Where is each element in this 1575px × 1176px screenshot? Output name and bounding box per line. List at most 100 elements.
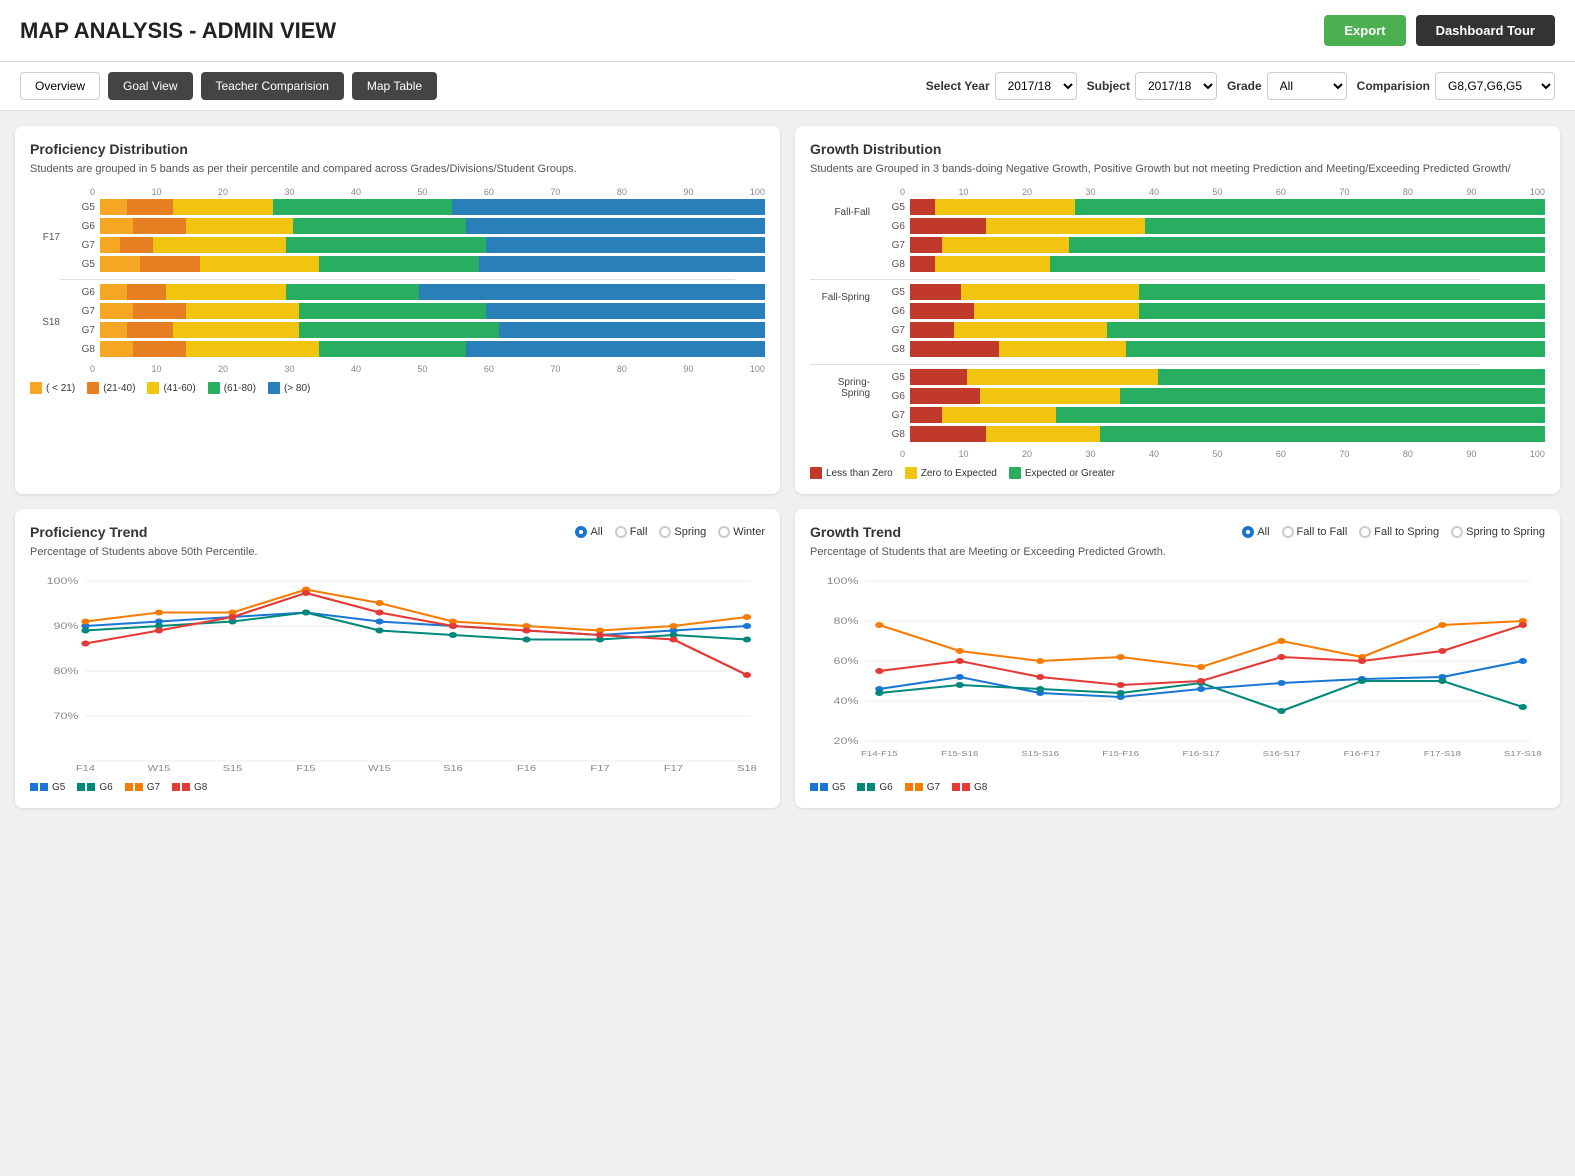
- legend-color-6180: [208, 382, 220, 394]
- radio-all[interactable]: All: [575, 526, 602, 538]
- table-row: G5: [875, 369, 1545, 385]
- subject-dropdown[interactable]: 2017/18: [1135, 72, 1217, 100]
- radio-dot-gt-all: [1242, 526, 1254, 538]
- growth-trend-radio-group: All Fall to Fall Fall to Spring Spring t…: [1242, 526, 1545, 538]
- legend-color-zero-expected: [905, 467, 917, 479]
- legend-item-g8: G8: [172, 782, 207, 793]
- fall-spring-label: Fall-Spring: [810, 284, 870, 303]
- tab-goalview[interactable]: Goal View: [108, 72, 192, 100]
- table-row: G5: [65, 199, 765, 215]
- radio-dot-all: [575, 526, 587, 538]
- svg-text:S16-S17: S16-S17: [1263, 749, 1301, 757]
- legend-item: ( < 21): [30, 382, 75, 394]
- legend-item-g7: G7: [125, 782, 160, 793]
- table-row: G8: [875, 341, 1545, 357]
- table-row: G7: [65, 322, 765, 338]
- tab-maptable[interactable]: Map Table: [352, 72, 437, 100]
- svg-text:W15: W15: [368, 764, 391, 773]
- legend-label-lt21: ( < 21): [46, 383, 75, 394]
- page-title: MAP ANALYSIS - ADMIN VIEW: [20, 18, 336, 44]
- svg-text:F17: F17: [590, 764, 609, 773]
- legend-color-2140: [87, 382, 99, 394]
- legend-item: (21-40): [87, 382, 135, 394]
- svg-text:S17-S18: S17-S18: [1504, 749, 1542, 757]
- svg-text:40%: 40%: [834, 696, 859, 706]
- radio-dot-fall-to-fall: [1282, 526, 1294, 538]
- select-year-dropdown[interactable]: 2017/18: [995, 72, 1077, 100]
- growth-distribution-card: Growth Distribution Students are Grouped…: [795, 126, 1560, 494]
- growth-dist-title: Growth Distribution: [810, 141, 1545, 157]
- proficiency-trend-radio-group: All Fall Spring Winter: [575, 526, 765, 538]
- legend-color-gt80: [268, 382, 280, 394]
- svg-text:S15-S16: S15-S16: [1021, 749, 1059, 757]
- table-row: G8: [875, 256, 1545, 272]
- table-row: G8: [875, 426, 1545, 442]
- svg-text:90%: 90%: [54, 621, 79, 631]
- legend-item-g5: G5: [30, 782, 65, 793]
- table-row: G7: [65, 303, 765, 319]
- svg-text:F17: F17: [664, 764, 683, 773]
- radio-winter[interactable]: Winter: [718, 526, 765, 538]
- comparision-dropdown[interactable]: G8,G7,G6,G5: [1435, 72, 1555, 100]
- growth-trend-subtitle: Percentage of Students that are Meeting …: [810, 545, 1545, 560]
- header-buttons: Export Dashboard Tour: [1324, 15, 1555, 46]
- legend-label-gt80: (> 80): [284, 383, 310, 394]
- svg-text:S15: S15: [223, 764, 243, 773]
- proficiency-trend-subtitle: Percentage of Students above 50th Percen…: [30, 545, 765, 560]
- table-row: G7: [875, 237, 1545, 253]
- grade-dropdown[interactable]: All: [1267, 72, 1347, 100]
- table-row: G6: [875, 303, 1545, 319]
- subject-label: Subject: [1087, 79, 1130, 93]
- tab-overview[interactable]: Overview: [20, 72, 100, 100]
- legend-color-4160: [147, 382, 159, 394]
- svg-text:F15: F15: [296, 764, 315, 773]
- spring-spring-label: Spring-Spring: [810, 369, 870, 399]
- legend-item: (61-80): [208, 382, 256, 394]
- svg-text:70%: 70%: [54, 711, 79, 721]
- table-row: G6: [65, 284, 765, 300]
- radio-dot-fall: [615, 526, 627, 538]
- legend-item: Less than Zero: [810, 467, 893, 479]
- filter-select-year: Select Year 2017/18: [926, 72, 1077, 100]
- legend-label-4160: (41-60): [163, 383, 195, 394]
- svg-text:F15-S16: F15-S16: [941, 749, 979, 757]
- proficiency-dist-title: Proficiency Distribution: [30, 141, 765, 157]
- radio-fall[interactable]: Fall: [615, 526, 648, 538]
- legend-color-lt21: [30, 382, 42, 394]
- table-row: G8: [65, 341, 765, 357]
- s18-section-label: S18: [30, 317, 60, 328]
- nav-filters: Select Year 2017/18 Subject 2017/18 Grad…: [926, 72, 1555, 100]
- legend-label-negative: Less than Zero: [826, 468, 893, 479]
- radio-fall-to-fall[interactable]: Fall to Fall: [1282, 526, 1348, 538]
- table-row: G6: [875, 218, 1545, 234]
- dashboard-tour-button[interactable]: Dashboard Tour: [1416, 15, 1555, 46]
- radio-gt-all[interactable]: All: [1242, 526, 1269, 538]
- legend-item: Zero to Expected: [905, 467, 997, 479]
- svg-text:S18: S18: [737, 764, 757, 773]
- svg-text:100%: 100%: [827, 576, 859, 586]
- svg-text:F16: F16: [517, 764, 536, 773]
- svg-text:F16-F17: F16-F17: [1344, 749, 1381, 757]
- legend-label-2140: (21-40): [103, 383, 135, 394]
- svg-text:80%: 80%: [54, 666, 79, 676]
- radio-spring-to-spring[interactable]: Spring to Spring: [1451, 526, 1545, 538]
- table-row: G6: [65, 218, 765, 234]
- svg-text:F15-F16: F15-F16: [1102, 749, 1139, 757]
- tab-teachercomp[interactable]: Teacher Comparision: [201, 72, 344, 100]
- legend-color-expected-greater: [1009, 467, 1021, 479]
- svg-text:100%: 100%: [47, 576, 79, 586]
- filter-grade: Grade All: [1227, 72, 1347, 100]
- export-button[interactable]: Export: [1324, 15, 1405, 46]
- legend-item-g5: G5: [810, 782, 845, 793]
- growth-trend-card: Growth Trend All Fall to Fall Fall to Sp…: [795, 509, 1560, 807]
- radio-spring[interactable]: Spring: [659, 526, 706, 538]
- radio-dot-fall-to-spring: [1359, 526, 1371, 538]
- growth-dist-legend: Less than Zero Zero to Expected Expected…: [810, 467, 1545, 479]
- table-row: G6: [875, 388, 1545, 404]
- growth-dist-subtitle: Students are Grouped in 3 bands-doing Ne…: [810, 162, 1545, 177]
- legend-item-g6: G6: [77, 782, 112, 793]
- radio-fall-to-spring[interactable]: Fall to Spring: [1359, 526, 1439, 538]
- svg-text:F14: F14: [76, 764, 96, 773]
- legend-item: Expected or Greater: [1009, 467, 1115, 479]
- legend-item: (41-60): [147, 382, 195, 394]
